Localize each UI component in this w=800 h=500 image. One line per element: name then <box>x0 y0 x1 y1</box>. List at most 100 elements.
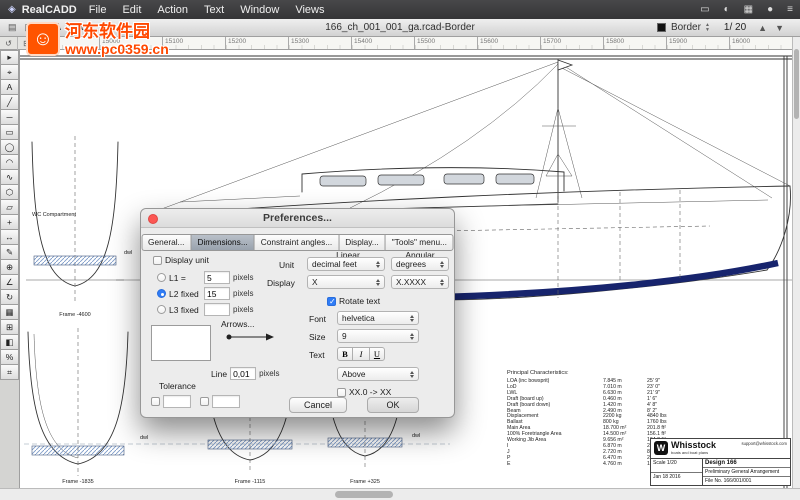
menu-item-3[interactable]: Text <box>196 4 232 16</box>
underline-button[interactable]: U <box>369 347 385 361</box>
palette-tool-17[interactable]: ▦ <box>0 305 19 320</box>
close-button[interactable] <box>148 214 158 224</box>
font-select[interactable]: helvetica <box>337 311 419 325</box>
tolerance-checkbox-1[interactable] <box>151 397 160 406</box>
display-unit-row[interactable]: Display unit <box>153 255 209 265</box>
tab-1[interactable]: Dimensions... <box>190 234 254 251</box>
palette-tool-18[interactable]: ⊞ <box>0 320 19 335</box>
ruler-corner-icon-0[interactable]: ↺ <box>0 37 18 50</box>
palette-tool-10[interactable]: ▱ <box>0 200 19 215</box>
line-unit: pixels <box>259 369 280 378</box>
l1-radio[interactable] <box>157 273 166 282</box>
l1-label: L1 = <box>169 272 186 283</box>
vertical-scroll-thumb[interactable] <box>794 49 799 119</box>
status-icon-0[interactable]: ▭ <box>693 4 716 15</box>
vertical-scrollbar[interactable] <box>792 37 800 488</box>
arrow-style-preview[interactable] <box>225 332 275 342</box>
tab-3[interactable]: Display... <box>338 234 385 251</box>
text-position-select[interactable]: Above <box>337 367 419 381</box>
toolbar-right-icon-1[interactable]: ▼ <box>771 23 788 33</box>
status-icon-1[interactable]: ◐ <box>717 4 737 15</box>
app-menu[interactable]: RealCADD <box>22 4 77 16</box>
toolbar-icon-0[interactable]: ▤ <box>4 22 21 33</box>
palette-tool-20[interactable]: % <box>0 350 19 365</box>
angular-unit-select[interactable]: degrees <box>391 257 449 271</box>
watermark-site-name: 河东软件园 <box>65 22 150 41</box>
tab-0[interactable]: General... <box>141 234 191 251</box>
tab-4[interactable]: "Tools" menu... <box>384 234 454 251</box>
horizontal-scrollbar[interactable] <box>0 488 800 500</box>
cancel-button[interactable]: Cancel <box>289 397 347 413</box>
toolbar-right-icon-0[interactable]: ▲ <box>754 23 771 33</box>
display-unit-checkbox[interactable] <box>153 255 162 265</box>
palette-tool-0[interactable]: ▸ <box>0 50 19 65</box>
italic-button[interactable]: I <box>353 347 369 361</box>
menu-item-1[interactable]: Edit <box>114 4 149 16</box>
palette-tool-16[interactable]: ↻ <box>0 290 19 305</box>
linear-display-select[interactable]: X <box>307 275 385 289</box>
palette-tool-5[interactable]: ▭ <box>0 125 19 140</box>
tab-2[interactable]: Constraint angles... <box>253 234 339 251</box>
rotate-text-checkbox[interactable] <box>327 296 336 306</box>
drawing-name-cell: Preliminary General Arrangement <box>703 468 790 477</box>
drawing-label-5: dwl <box>124 250 133 256</box>
palette-tool-13[interactable]: ✎ <box>0 245 19 260</box>
size-select[interactable]: 9 <box>337 329 419 343</box>
menu-item-0[interactable]: File <box>81 4 115 16</box>
status-icon-2[interactable]: ▦ <box>737 4 760 15</box>
menu-item-5[interactable]: Views <box>287 4 332 16</box>
l1-unit: pixels <box>233 273 254 282</box>
palette-tool-6[interactable]: ◯ <box>0 140 19 155</box>
l3-radio[interactable] <box>157 305 166 314</box>
support-email: support@whisstock.com <box>741 441 787 446</box>
design-cell: Design 166 <box>703 459 790 468</box>
status-icon-3[interactable]: ● <box>760 4 780 15</box>
palette-tool-1[interactable]: ⌖ <box>0 65 19 80</box>
l1-input[interactable] <box>204 271 230 284</box>
layer-selector[interactable]: Border <box>671 22 701 33</box>
date-cell: Jan 18 2016 <box>653 473 681 480</box>
palette-tool-15[interactable]: ∠ <box>0 275 19 290</box>
rotate-text-row[interactable]: Rotate text <box>327 296 380 306</box>
scale-cell: Scale 1/20 <box>651 459 702 473</box>
palette-tool-7[interactable]: ◠ <box>0 155 19 170</box>
layer-color-swatch[interactable] <box>656 23 666 32</box>
layer-dropdown-arrows-icon[interactable]: ▲ ▼ <box>705 22 710 33</box>
dialog-title: Preferences... <box>263 212 332 224</box>
tolerance-input-2[interactable] <box>212 395 240 408</box>
brand-tagline: boats and boat plans <box>671 450 709 455</box>
palette-tool-9[interactable]: ⬡ <box>0 185 19 200</box>
l2-input[interactable] <box>204 287 230 300</box>
palette-tool-4[interactable]: ─ <box>0 110 19 125</box>
l2-radio[interactable] <box>157 289 166 298</box>
bold-button[interactable]: B <box>337 347 353 361</box>
ok-button[interactable]: OK <box>367 397 419 413</box>
l3-input[interactable] <box>204 303 230 316</box>
palette-tool-3[interactable]: ╱ <box>0 95 19 110</box>
palette-tool-11[interactable]: + <box>0 215 19 230</box>
horizontal-scroll-thumb[interactable] <box>335 491 393 498</box>
palette-tool-21[interactable]: ⌗ <box>0 365 19 380</box>
display-unit-label: Display unit <box>165 255 209 265</box>
palette-tool-8[interactable]: ∿ <box>0 170 19 185</box>
menu-item-2[interactable]: Action <box>149 4 196 16</box>
angular-display-select[interactable]: X.XXXX <box>391 275 449 289</box>
arrows-label[interactable]: Arrows... <box>221 319 255 329</box>
line-input[interactable] <box>230 367 257 380</box>
linear-unit-select[interactable]: decimal feet <box>307 257 385 271</box>
palette-tool-12[interactable]: ↔ <box>0 230 19 245</box>
tolerance-checkbox-2[interactable] <box>200 397 209 406</box>
xx-checkbox[interactable] <box>337 387 346 397</box>
rotate-text-label: Rotate text <box>339 296 381 306</box>
dimension-preview-box <box>151 325 211 361</box>
palette-tool-19[interactable]: ◧ <box>0 335 19 350</box>
palette-tool-14[interactable]: ⊕ <box>0 260 19 275</box>
menu-item-4[interactable]: Window <box>232 4 287 16</box>
tolerance-input-1[interactable] <box>163 395 191 408</box>
xx-row[interactable]: XX.0 -> XX <box>337 387 391 397</box>
dialog-titlebar[interactable]: Preferences... <box>141 209 454 228</box>
status-icon-4[interactable]: ≡ <box>780 4 800 15</box>
palette-tool-2[interactable]: A <box>0 80 19 95</box>
toolbar-right-icons: ▲ ▼ <box>754 23 788 33</box>
watermark-url: www.pc0359.cn <box>65 41 169 57</box>
